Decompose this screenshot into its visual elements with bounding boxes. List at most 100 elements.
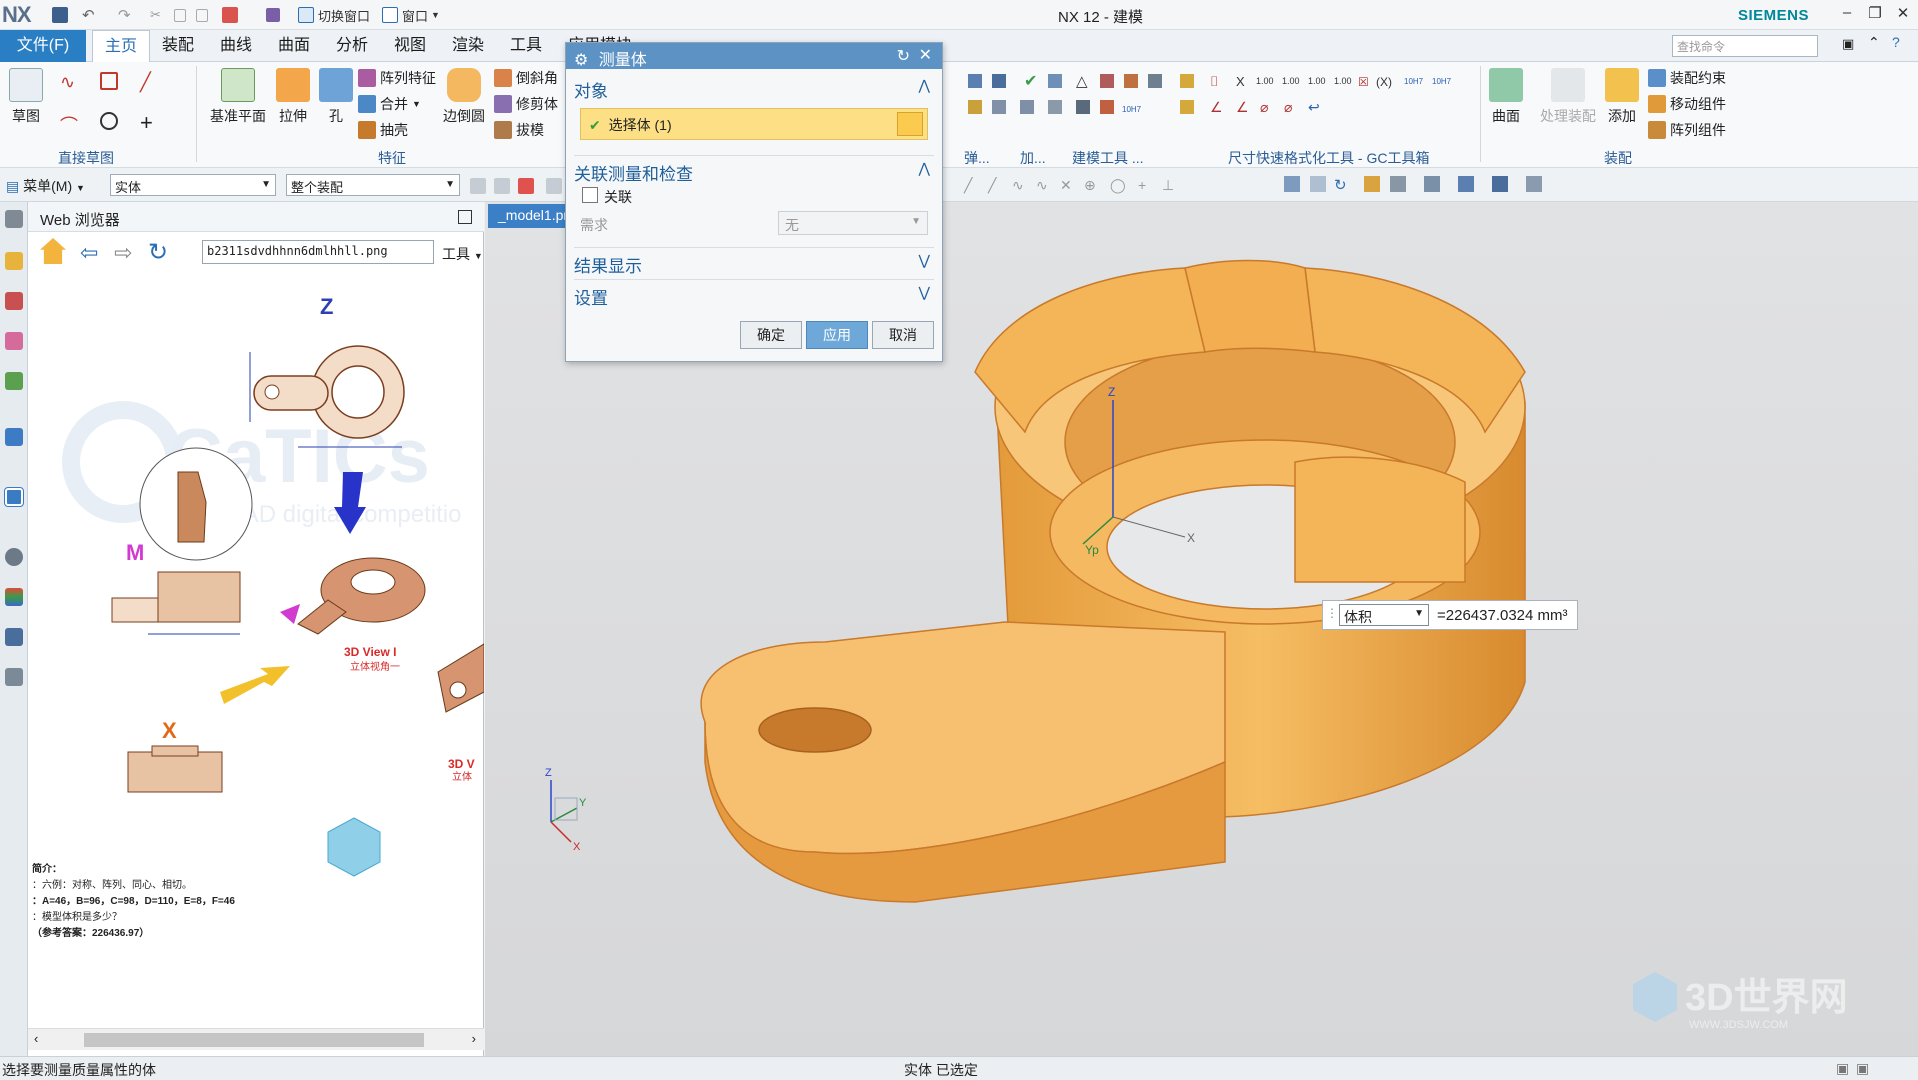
- section-settings[interactable]: 设置 ⋁: [574, 279, 934, 309]
- gc-toolbox-label[interactable]: 尺寸快速格式化工具 - GC工具箱: [1228, 148, 1429, 168]
- orient-icon[interactable]: [1526, 176, 1542, 192]
- tab-render[interactable]: 渲染: [440, 30, 496, 62]
- datum-plane-button[interactable]: 基准平面: [206, 68, 270, 126]
- select-body-cube-icon[interactable]: [897, 112, 923, 136]
- tool-icon[interactable]: [1180, 74, 1194, 88]
- paste-icon[interactable]: [196, 6, 208, 24]
- pattern-component-button[interactable]: 阵列组件: [1648, 120, 1726, 140]
- snap-icon[interactable]: [518, 178, 534, 194]
- repeat-command-icon[interactable]: [222, 6, 238, 24]
- cut-icon[interactable]: ✂: [150, 6, 161, 24]
- copy-icon[interactable]: [174, 6, 186, 24]
- horizontal-scrollbar[interactable]: ‹ ›: [28, 1028, 484, 1050]
- part-rib[interactable]: [1184, 259, 1316, 353]
- assembly-navigator-icon[interactable]: [5, 252, 23, 270]
- part-navigator-icon[interactable]: [5, 332, 23, 350]
- angle-icon[interactable]: ∠: [1210, 99, 1223, 115]
- reset-icon[interactable]: ↻: [897, 46, 910, 66]
- tool-icon[interactable]: [1020, 100, 1034, 114]
- section-object[interactable]: 对象 ⋀: [574, 77, 934, 102]
- view-icon[interactable]: [1310, 176, 1326, 192]
- snap-point-icon[interactable]: +: [1138, 177, 1146, 193]
- tools-menu[interactable]: 工具 ▼: [442, 244, 483, 264]
- process-assembly-button[interactable]: 处理装配: [1536, 68, 1600, 126]
- scroll-left-icon[interactable]: ‹: [34, 1031, 38, 1046]
- scrollbar-thumb[interactable]: [84, 1033, 424, 1047]
- snap-toolbar[interactable]: ╱ ╱ ∿ ∿ ✕ ⊕ ◯ + ⊥ ↻: [944, 172, 1918, 200]
- tab-tools[interactable]: 工具: [498, 30, 554, 62]
- filter-icon[interactable]: [494, 178, 510, 194]
- x-paren-icon[interactable]: (X): [1376, 75, 1392, 89]
- display-icon[interactable]: [1458, 176, 1474, 192]
- tool-icon[interactable]: [1124, 74, 1138, 88]
- redo-icon[interactable]: ↷: [118, 6, 131, 24]
- minimize-button[interactable]: –: [1834, 4, 1860, 26]
- tool-icon[interactable]: [1180, 100, 1194, 114]
- forward-icon[interactable]: ⇨: [114, 240, 132, 266]
- selection-scope-select[interactable]: 整个装配 ▼: [286, 174, 460, 196]
- part-rib[interactable]: [1294, 456, 1466, 583]
- tab-analysis[interactable]: 分析: [324, 30, 380, 62]
- measure-result-label[interactable]: ⋮ 体积 ▼ =226437.0324 mm³: [1322, 600, 1578, 630]
- dimension-icon[interactable]: ⌷: [1210, 73, 1218, 89]
- command-search-input[interactable]: 查找命令: [1672, 35, 1818, 57]
- part-flange-hole[interactable]: [758, 707, 872, 753]
- tool-icon[interactable]: [1048, 100, 1062, 114]
- tool-icon[interactable]: [1048, 74, 1062, 88]
- back-icon[interactable]: ⇦: [80, 240, 98, 266]
- apply-button[interactable]: 应用: [806, 321, 868, 349]
- tool-icon[interactable]: [968, 100, 982, 114]
- hole-button[interactable]: 孔: [316, 68, 356, 126]
- trim-body-button[interactable]: 修剪体: [494, 94, 558, 114]
- tab-curve[interactable]: 曲线: [208, 30, 264, 62]
- chamfer-button[interactable]: 倒斜角: [494, 68, 558, 88]
- restore-button[interactable]: ❐: [1862, 4, 1888, 26]
- line-tool[interactable]: ╱: [140, 72, 151, 93]
- scroll-right-icon[interactable]: ›: [472, 1031, 476, 1046]
- window-menu[interactable]: 窗口 ▼: [382, 6, 440, 24]
- filter-icon[interactable]: [470, 178, 486, 194]
- history-icon[interactable]: [5, 548, 23, 566]
- check-icon[interactable]: ✔: [1024, 73, 1037, 90]
- edge-blend-button[interactable]: 边倒圆: [436, 68, 492, 126]
- surface-button[interactable]: 曲面: [1486, 68, 1526, 126]
- close-button[interactable]: ✕: [1890, 4, 1916, 26]
- section-associative[interactable]: 关联测量和检查 ⋀: [574, 155, 934, 185]
- triangle-icon[interactable]: △: [1076, 73, 1088, 90]
- extrude-button[interactable]: 拉伸: [272, 68, 314, 126]
- tolerance-icon[interactable]: 1.00: [1308, 76, 1326, 86]
- file-menu-tab[interactable]: 文件(F): [0, 30, 86, 62]
- cross-icon[interactable]: X: [1236, 74, 1245, 89]
- arc-tool[interactable]: ⌒: [60, 112, 78, 138]
- view-icon[interactable]: [1390, 176, 1406, 192]
- fit-icon[interactable]: 10H7: [1404, 77, 1424, 86]
- modeling-tools-label[interactable]: 建模工具 ...: [1072, 148, 1144, 168]
- tolerance-icon[interactable]: 1.00: [1282, 76, 1300, 86]
- drag-handle-icon[interactable]: ⋮: [1326, 606, 1338, 620]
- hd3d-tools-icon[interactable]: [5, 428, 23, 446]
- maximize-panel-icon[interactable]: [458, 210, 472, 224]
- touch-mode-icon[interactable]: [266, 6, 280, 24]
- view-icon[interactable]: [1364, 176, 1380, 192]
- palette-icon[interactable]: [5, 588, 23, 606]
- undo-icon[interactable]: ↶: [82, 6, 95, 24]
- constraint-navigator-icon[interactable]: [5, 292, 23, 310]
- tolerance-icon[interactable]: 1.00: [1334, 76, 1352, 86]
- reuse-library-icon[interactable]: [5, 372, 23, 390]
- type-filter-select[interactable]: 实体 ▼: [110, 174, 276, 196]
- tool-icon[interactable]: [1148, 74, 1162, 88]
- tab-home[interactable]: 主页: [92, 30, 151, 62]
- requirement-select[interactable]: 无 ▼: [778, 211, 928, 235]
- url-input[interactable]: b2311sdvdhhnn6dmlhhll.png: [202, 240, 434, 264]
- view-icon[interactable]: [1284, 176, 1300, 192]
- role-icon[interactable]: [5, 628, 23, 646]
- profile-tool[interactable]: ∿: [60, 72, 75, 93]
- tool-icon[interactable]: [992, 74, 1006, 88]
- rectangle-tool[interactable]: [100, 72, 118, 90]
- ok-button[interactable]: 确定: [740, 321, 802, 349]
- spring-group-label[interactable]: 弹...: [964, 148, 990, 168]
- rotate-icon[interactable]: ↻: [1334, 177, 1347, 194]
- draft-button[interactable]: 拔模: [494, 120, 544, 140]
- add-component-button[interactable]: 添加: [1602, 68, 1642, 126]
- add-group-label[interactable]: 加...: [1020, 148, 1046, 168]
